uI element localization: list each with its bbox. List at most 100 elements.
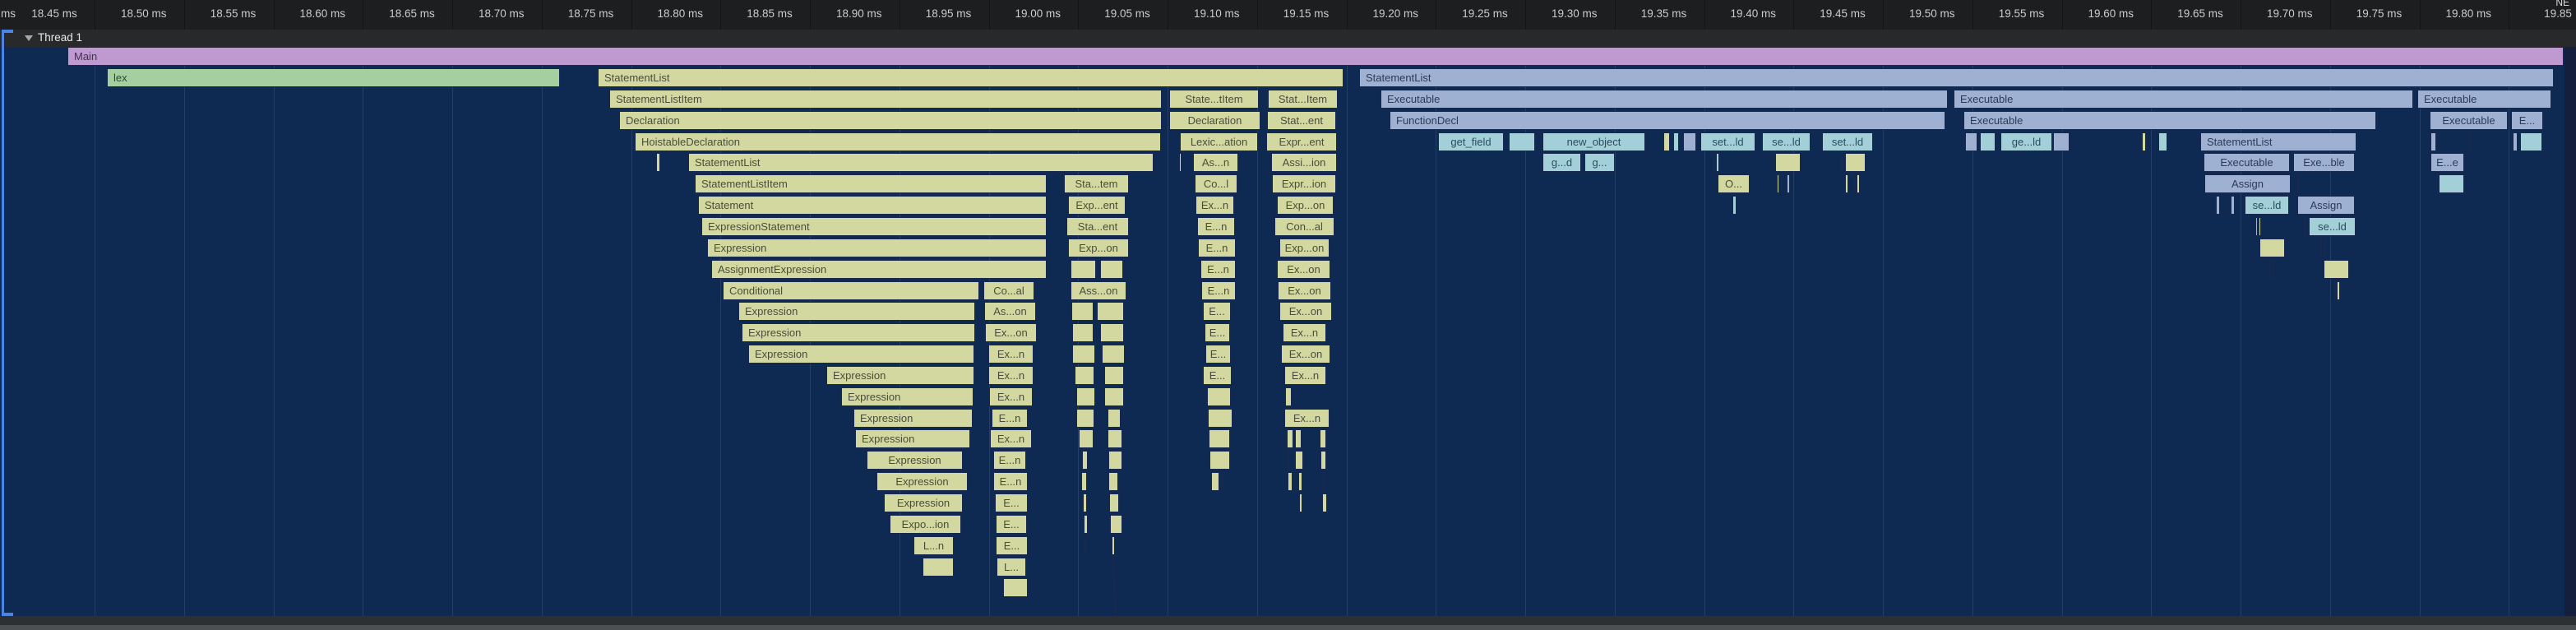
flame-bar[interactable]: Expr...ent (1266, 132, 1337, 151)
flame-bar[interactable]: Exe...ble (2293, 153, 2355, 172)
flame-bar[interactable]: Expo...ion (890, 515, 961, 534)
flame-bar[interactable] (1965, 132, 1977, 151)
flame-bar[interactable]: StatementList (688, 153, 1154, 172)
thread-header[interactable]: Thread 1 (0, 30, 2576, 47)
flame-bar[interactable] (1003, 578, 1028, 597)
flame-bar[interactable] (656, 153, 660, 172)
flame-bar[interactable] (2337, 281, 2340, 300)
flame-bar[interactable]: E... (1205, 345, 1231, 364)
flame-bar[interactable]: se...ld (2245, 196, 2289, 215)
flame-bar[interactable] (1845, 174, 1848, 193)
flame-bar[interactable] (1285, 387, 1292, 406)
flame-bar[interactable]: StatementList (1359, 68, 2554, 87)
flame-bar[interactable]: StatementList (598, 68, 1343, 87)
flame-bar[interactable] (1209, 429, 1230, 448)
flame-bar[interactable] (1108, 409, 1121, 428)
flame-bar[interactable]: E...n (1197, 217, 1235, 236)
flame-bar[interactable] (1287, 429, 1293, 448)
flame-bar[interactable] (1071, 302, 1094, 321)
flame-bar[interactable] (1110, 515, 1122, 534)
flame-bar[interactable] (1108, 429, 1122, 448)
flame-bar[interactable] (2513, 132, 2518, 151)
flame-bar[interactable] (1081, 472, 1087, 491)
flame-bar[interactable] (2053, 132, 2070, 151)
flame-bar[interactable]: Expression (884, 493, 963, 512)
flame-bar[interactable] (1102, 345, 1125, 364)
flame-bar[interactable] (1207, 387, 1231, 406)
flame-bar[interactable] (1211, 472, 1219, 491)
flame-bar[interactable]: Expression (867, 451, 963, 470)
flame-bar[interactable]: Co...l (1195, 174, 1237, 193)
flame-bar[interactable]: FunctionDecl (1390, 111, 1945, 130)
flame-bar[interactable]: Declaration (1169, 111, 1260, 130)
flame-bar[interactable]: E... (2511, 111, 2543, 130)
flame-bar[interactable]: Expression (738, 302, 975, 321)
flame-bar[interactable]: E... (1205, 323, 1230, 342)
flame-bar[interactable]: L...n (913, 536, 954, 555)
flame-bar[interactable] (2297, 174, 2299, 193)
flame-bar[interactable]: As...n (1193, 153, 1238, 172)
flame-bar[interactable] (2520, 132, 2542, 151)
flame-bar[interactable]: Ex...on (1277, 260, 1330, 279)
flame-bar[interactable]: Assign (2204, 174, 2291, 193)
flame-bar[interactable]: Ex...n (988, 345, 1034, 364)
flame-bar[interactable]: Ex...n (988, 366, 1034, 385)
flame-bar[interactable] (1673, 132, 1679, 151)
flame-chart-canvas[interactable]: MainlexStatementListStatementListStateme… (0, 0, 2576, 630)
selection-marker-bottom-handle[interactable] (2, 613, 13, 616)
flame-bar[interactable]: Executable (2430, 111, 2508, 130)
flame-bar[interactable] (1082, 451, 1088, 470)
flame-bar[interactable] (1732, 196, 1737, 215)
selection-marker-top-handle[interactable] (2, 30, 13, 33)
flame-bar[interactable]: ExpressionStatement (701, 217, 1047, 236)
flame-bar[interactable]: StatementList (2200, 132, 2356, 151)
flame-bar[interactable]: Expr...ion (1272, 174, 1336, 193)
flame-bar[interactable]: E...n (1201, 281, 1236, 300)
flame-bar[interactable]: Exp...on (1277, 196, 1334, 215)
flame-bar[interactable]: Ex...n (1284, 366, 1326, 385)
flame-bar[interactable]: Expression (742, 323, 975, 342)
flame-bar[interactable]: Exp...ent (1068, 196, 1126, 215)
flame-bar[interactable] (1716, 153, 1719, 172)
flame-bar[interactable]: Declaration (619, 111, 1162, 130)
flame-bar[interactable]: Stat...Item (1268, 90, 1338, 109)
flame-bar[interactable]: Sta...tem (1064, 174, 1129, 193)
flame-bar[interactable]: HoistableDeclaration (635, 132, 1161, 151)
flame-bar[interactable]: g... (1584, 153, 1615, 172)
flame-bar[interactable]: Con...al (1274, 217, 1334, 236)
flame-bar[interactable] (1683, 132, 1696, 151)
flame-bar[interactable]: E...n (993, 451, 1026, 470)
flame-bar[interactable] (1179, 153, 1182, 172)
flame-bar[interactable] (1323, 472, 1325, 491)
flame-bar[interactable] (1322, 493, 1327, 512)
flame-bar[interactable]: Ex...n (989, 387, 1033, 406)
flame-bar[interactable] (1857, 174, 1860, 193)
flame-bar[interactable] (1295, 429, 1302, 448)
flame-bar[interactable] (1980, 132, 1996, 151)
flame-bar[interactable] (1100, 260, 1123, 279)
flame-bar[interactable]: g...d (1542, 153, 1581, 172)
flame-bar[interactable] (1295, 451, 1303, 470)
flame-bar[interactable] (1097, 302, 1124, 321)
flame-bar[interactable] (1845, 153, 1866, 172)
flame-bar[interactable] (1854, 174, 1856, 193)
flame-bar[interactable]: Expression (876, 472, 968, 491)
flame-bar[interactable] (1104, 366, 1124, 385)
flame-bar[interactable] (1083, 493, 1087, 512)
flame-bar[interactable] (1072, 345, 1095, 364)
flame-bar[interactable] (1713, 153, 1714, 172)
flame-bar[interactable] (1084, 515, 1088, 534)
flame-bar[interactable]: Assign (2297, 196, 2355, 215)
flame-bar[interactable] (2304, 217, 2305, 236)
flame-bar[interactable]: E... (996, 536, 1028, 555)
horizontal-scrollbar[interactable] (0, 625, 2576, 630)
flame-bar[interactable] (923, 558, 954, 577)
flame-bar[interactable] (2259, 217, 2261, 236)
selection-marker-line[interactable] (2, 30, 4, 616)
flame-bar[interactable]: set...ld (1822, 132, 1873, 151)
flame-bar[interactable] (1299, 493, 1302, 512)
flame-bar[interactable] (1288, 451, 1289, 470)
flame-bar[interactable] (2320, 239, 2322, 257)
flame-bar[interactable] (1112, 536, 1115, 555)
flame-bar[interactable] (2255, 217, 2258, 236)
